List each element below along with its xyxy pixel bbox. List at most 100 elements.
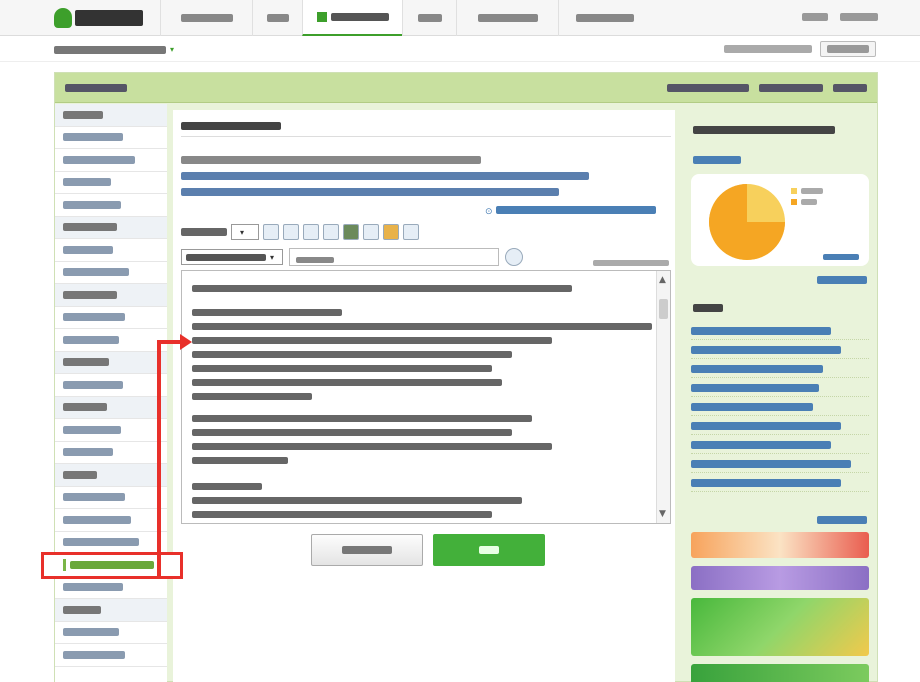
sidebar-item[interactable] — [55, 509, 167, 532]
color-button[interactable] — [343, 224, 359, 240]
recommend-list-item[interactable] — [691, 402, 869, 416]
nav-tab-mypage[interactable] — [160, 0, 252, 36]
panel-link-latest[interactable] — [667, 84, 749, 92]
top-right-links — [802, 13, 878, 21]
scroll-up-icon[interactable]: ▲ — [659, 275, 666, 285]
detail-link[interactable] — [823, 254, 859, 260]
recommend-link[interactable] — [691, 346, 841, 354]
scroll-down-icon[interactable]: ▼ — [659, 509, 666, 519]
nav-tab-now[interactable] — [402, 0, 456, 36]
emoji-button[interactable] — [383, 224, 399, 240]
recommend-link[interactable] — [691, 479, 841, 487]
free-space-editor: ⊙ ▾ ▾ ▲ ▼ — [173, 110, 675, 682]
promo-banner-4[interactable] — [691, 664, 869, 682]
strikethrough-button[interactable] — [323, 224, 339, 240]
url-input[interactable] — [289, 248, 499, 266]
recommend-link[interactable] — [691, 441, 831, 449]
sidebar-item[interactable] — [55, 622, 167, 644]
nav-tab-group[interactable] — [456, 0, 558, 36]
more-link[interactable] — [817, 276, 867, 284]
promo-banner-3[interactable] — [691, 598, 869, 656]
code-line — [192, 457, 288, 464]
ameba-logo[interactable] — [54, 7, 143, 29]
recommend-list-item[interactable] — [691, 421, 869, 435]
sidebar-item[interactable] — [55, 127, 167, 149]
code-line — [192, 379, 502, 386]
link-button[interactable] — [403, 224, 419, 240]
panel-link-blog-top[interactable] — [759, 84, 823, 92]
panel-link-help[interactable] — [833, 84, 867, 92]
editor-scrollbar[interactable]: ▲ ▼ — [656, 271, 670, 523]
recommend-list-item[interactable] — [691, 326, 869, 340]
insert-link-button[interactable] — [505, 248, 523, 266]
more-link[interactable] — [817, 516, 867, 524]
recommend-link[interactable] — [691, 403, 813, 411]
recommend-link[interactable] — [691, 384, 819, 392]
sidebar-item[interactable] — [55, 442, 167, 464]
nav-tab-pigg[interactable] — [252, 0, 302, 36]
recommend-link[interactable] — [691, 422, 841, 430]
sidebar-item[interactable] — [55, 307, 167, 329]
description-text — [181, 188, 559, 196]
image-button[interactable] — [363, 224, 379, 240]
sidebar-item[interactable] — [55, 487, 167, 509]
code-line — [192, 429, 512, 436]
recommend-list-item[interactable] — [691, 459, 869, 473]
help-link-row[interactable]: ⊙ — [485, 204, 660, 217]
recommend-link[interactable] — [691, 327, 831, 335]
sidebar-item-label — [63, 335, 119, 344]
sidebar-item[interactable] — [55, 262, 167, 284]
sidebar-item[interactable] — [55, 329, 167, 352]
blog-icon — [316, 12, 327, 22]
sidebar-item[interactable] — [55, 419, 167, 442]
sidebar-item[interactable] — [55, 577, 167, 599]
code-line — [192, 285, 572, 292]
nav-tab-blog[interactable] — [302, 0, 402, 36]
promo-banner-1[interactable] — [691, 532, 869, 558]
sidebar-item-label — [63, 155, 135, 164]
underline-button[interactable] — [303, 224, 319, 240]
sidebar-item[interactable] — [55, 149, 167, 172]
free-space-help-link[interactable] — [496, 206, 657, 214]
italic-button[interactable] — [283, 224, 299, 240]
description-text — [181, 172, 589, 180]
sidebar-item[interactable] — [55, 172, 167, 194]
sidebar-item[interactable] — [55, 644, 167, 667]
sidebar-item[interactable] — [55, 532, 167, 554]
logout-button[interactable] — [820, 41, 876, 57]
sidebar-item-label — [63, 583, 123, 592]
font-size-select[interactable]: ▾ — [231, 224, 259, 240]
link-target-value — [186, 253, 266, 261]
save-button[interactable] — [433, 534, 545, 566]
font-size-label — [181, 228, 227, 236]
recommend-list-item[interactable] — [691, 345, 869, 359]
preview-button[interactable] — [311, 534, 423, 566]
link-target-select[interactable]: ▾ — [181, 249, 283, 265]
recommend-list-item[interactable] — [691, 383, 869, 397]
sidebar-category — [55, 464, 167, 487]
sidebar-item-label — [63, 223, 117, 232]
services-menu[interactable]: ▾ — [54, 45, 174, 54]
recommend-link[interactable] — [691, 365, 823, 373]
html-textarea[interactable]: ▲ ▼ — [181, 270, 671, 524]
sidebar-item[interactable] — [55, 374, 167, 397]
sidebar-item[interactable] — [55, 239, 167, 262]
bold-button[interactable] — [263, 224, 279, 240]
sidebar-item[interactable] — [55, 194, 167, 217]
page-title — [181, 122, 281, 130]
scroll-thumb[interactable] — [659, 299, 668, 319]
recommend-list-item[interactable] — [691, 440, 869, 454]
recommend-link[interactable] — [691, 460, 851, 468]
nav-tab-game[interactable] — [558, 0, 650, 36]
recommend-list-item[interactable] — [691, 364, 869, 378]
top-header — [0, 0, 920, 36]
help-link[interactable] — [840, 13, 878, 21]
promo-banner-2[interactable] — [691, 566, 869, 590]
settings-link[interactable] — [802, 13, 828, 21]
sidebar-item-label — [70, 560, 154, 569]
login-status-text — [724, 45, 812, 53]
sidebar-category — [55, 284, 167, 307]
recommend-list-item[interactable] — [691, 478, 869, 492]
top-nav — [160, 0, 650, 36]
sidebar-item-label — [63, 358, 109, 367]
